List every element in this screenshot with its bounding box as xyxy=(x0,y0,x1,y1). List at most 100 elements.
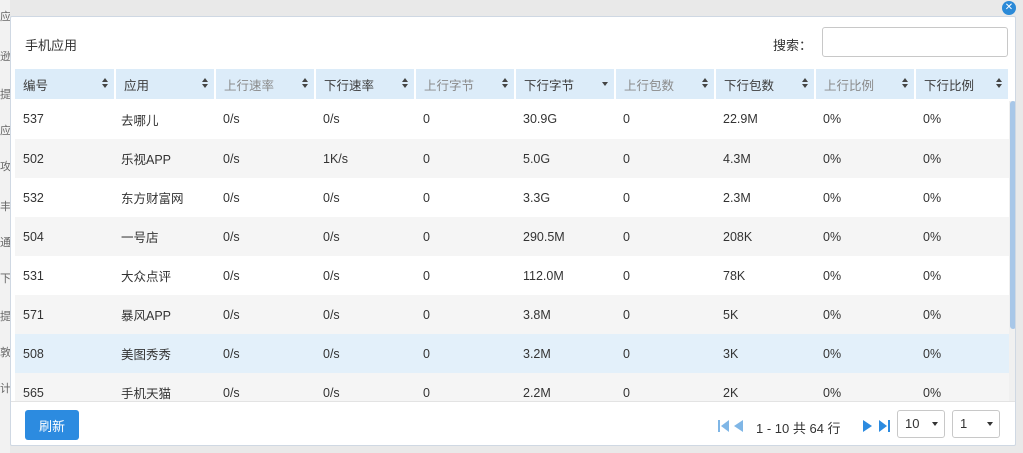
sort-icon[interactable] xyxy=(802,78,808,89)
table-cell: 0/s xyxy=(215,295,315,334)
table-cell: 一号店 xyxy=(115,217,215,256)
chevron-down-icon xyxy=(987,422,993,426)
table-row[interactable]: 571 暴风APP 0/s 0/s 0 3.8M 0 5K 0% 0% xyxy=(15,295,1009,334)
table-header-row: 编号 应用 上行速率 下行速率 上行字节 下行字节 上行包数 下行包数 上行比例 下行比例 xyxy=(15,69,1010,99)
table-cell: 22.9M xyxy=(723,112,758,126)
table-row[interactable]: 531 大众点评 0/s 0/s 0 112.0M 0 78K 0% 0% xyxy=(15,256,1009,295)
table-cell: 1K/s xyxy=(315,139,415,178)
table-cell: 暴风APP xyxy=(115,295,215,334)
table-cell: 大众点评 xyxy=(121,270,172,284)
table-cell: 2.3M xyxy=(723,190,751,205)
table-cell: 0% xyxy=(815,217,915,256)
last-page-icon[interactable] xyxy=(879,420,891,432)
table-cell: 508 xyxy=(15,334,115,373)
table-row[interactable]: 504 一号店 0/s 0/s 0 290.5M 0 208K 0% 0% xyxy=(15,217,1009,256)
sort-desc-icon[interactable] xyxy=(602,82,608,86)
table-row[interactable]: 508 美图秀秀 0/s 0/s 0 3.2M 0 3K 0% 0% xyxy=(15,334,1009,373)
first-page-icon[interactable] xyxy=(718,420,730,432)
background-text-fragment: 应 xyxy=(0,11,10,23)
column-header[interactable]: 下行包数 xyxy=(715,69,816,99)
table-cell: 0 xyxy=(423,112,430,126)
vertical-scrollbar[interactable] xyxy=(1009,101,1015,401)
table-cell: 0% xyxy=(915,373,1009,401)
scrollbar-thumb[interactable] xyxy=(1010,101,1015,329)
table-cell: 0 xyxy=(615,139,715,178)
sort-icon[interactable] xyxy=(702,78,708,89)
apps-table-container: 编号 应用 上行速率 下行速率 上行字节 下行字节 上行包数 下行包数 上行比例 下行比例 537… xyxy=(15,69,1015,401)
table-cell: 4.3M xyxy=(715,139,815,178)
sort-icon[interactable] xyxy=(402,78,408,89)
sort-icon[interactable] xyxy=(996,78,1002,89)
prev-page-icon[interactable] xyxy=(734,420,746,432)
column-header[interactable]: 编号 xyxy=(15,69,116,99)
table-cell: 0% xyxy=(923,112,942,126)
column-header-label: 应用 xyxy=(124,78,150,93)
table-cell: 手机天猫 xyxy=(115,373,215,401)
table-cell: 0/s xyxy=(223,268,240,283)
table-row[interactable]: 565 手机天猫 0/s 0/s 0 2.2M 0 2K 0% 0% xyxy=(15,373,1009,401)
background-text-fragment: 提 xyxy=(0,311,10,323)
table-cell: 3.3G xyxy=(523,190,551,205)
table-cell: 0% xyxy=(815,295,915,334)
next-page-icon[interactable] xyxy=(863,420,875,432)
search-label: 搜索： xyxy=(773,38,813,53)
column-header-label: 下行比例 xyxy=(924,78,975,93)
table-cell: 0% xyxy=(823,112,842,126)
table-row[interactable]: 537 去哪儿 0/s 0/s 0 30.9G 0 22.9M 0% 0% xyxy=(15,99,1009,139)
column-header[interactable]: 上行速率 xyxy=(215,69,316,99)
column-header[interactable]: 下行比例 xyxy=(915,69,1010,99)
table-cell: 0/s xyxy=(215,334,315,373)
column-header[interactable]: 应用 xyxy=(115,69,216,99)
search-input[interactable] xyxy=(822,27,1008,57)
sort-icon[interactable] xyxy=(102,78,108,89)
table-cell: 0/s xyxy=(223,112,240,126)
table-cell: 0 xyxy=(623,112,630,126)
table-cell: 0 xyxy=(615,334,715,373)
table-cell: 0% xyxy=(915,334,1009,373)
page-size-select[interactable]: 10 xyxy=(897,410,945,438)
table-cell: 571 xyxy=(15,295,115,334)
table-cell: 565 xyxy=(15,373,115,401)
background-text-fragment: 应 xyxy=(0,125,10,137)
table-cell: 0 xyxy=(415,334,515,373)
refresh-button[interactable]: 刷新 xyxy=(25,410,79,440)
table-cell: 5.0G xyxy=(515,139,615,178)
table-cell: 0 xyxy=(615,217,715,256)
table-row[interactable]: 502 乐视APP 0/s 1K/s 0 5.0G 0 4.3M 0% 0% xyxy=(15,139,1009,178)
table-cell: 78K xyxy=(723,268,746,283)
table-cell: 112.0M xyxy=(523,268,564,283)
table-cell: 3.2M xyxy=(515,334,615,373)
background-text-fragment: 通 xyxy=(0,237,10,249)
table-cell: 208K xyxy=(715,217,815,256)
table-cell: 0/s xyxy=(215,217,315,256)
column-header-label: 下行包数 xyxy=(724,78,775,93)
table-row[interactable]: 532 东方财富网 0/s 0/s 0 3.3G 0 2.3M 0% 0% xyxy=(15,178,1009,217)
column-header[interactable]: 下行字节 xyxy=(515,69,616,99)
close-icon[interactable]: ✕ xyxy=(1002,1,1016,15)
sort-icon[interactable] xyxy=(302,78,308,89)
column-header[interactable]: 上行包数 xyxy=(615,69,716,99)
background-text-fragment: 敦 xyxy=(0,347,10,359)
background-text-fragment: 攻 xyxy=(0,161,10,173)
table-cell: 0% xyxy=(815,139,915,178)
sort-icon[interactable] xyxy=(502,78,508,89)
column-header-label: 编号 xyxy=(23,78,49,93)
page-number-select[interactable]: 1 xyxy=(952,410,1000,438)
table-cell: 0 xyxy=(615,295,715,334)
sort-icon[interactable] xyxy=(202,78,208,89)
column-header[interactable]: 上行比例 xyxy=(815,69,916,99)
page-number-value: 1 xyxy=(960,416,968,431)
table-cell: 东方财富网 xyxy=(121,192,184,206)
table-cell: 2.2M xyxy=(515,373,615,401)
column-header[interactable]: 上行字节 xyxy=(415,69,516,99)
background-text-fragment: 提 xyxy=(0,89,10,101)
column-header[interactable]: 下行速率 xyxy=(315,69,416,99)
table-cell: 0% xyxy=(923,190,942,205)
column-header-label: 上行字节 xyxy=(424,78,475,93)
table-cell: 0/s xyxy=(323,190,340,205)
table-cell: 0/s xyxy=(215,139,315,178)
column-header-label: 下行速率 xyxy=(324,78,375,93)
background-text-fragment: 下 xyxy=(0,273,10,285)
sort-icon[interactable] xyxy=(902,78,908,89)
table-cell: 0% xyxy=(915,139,1009,178)
